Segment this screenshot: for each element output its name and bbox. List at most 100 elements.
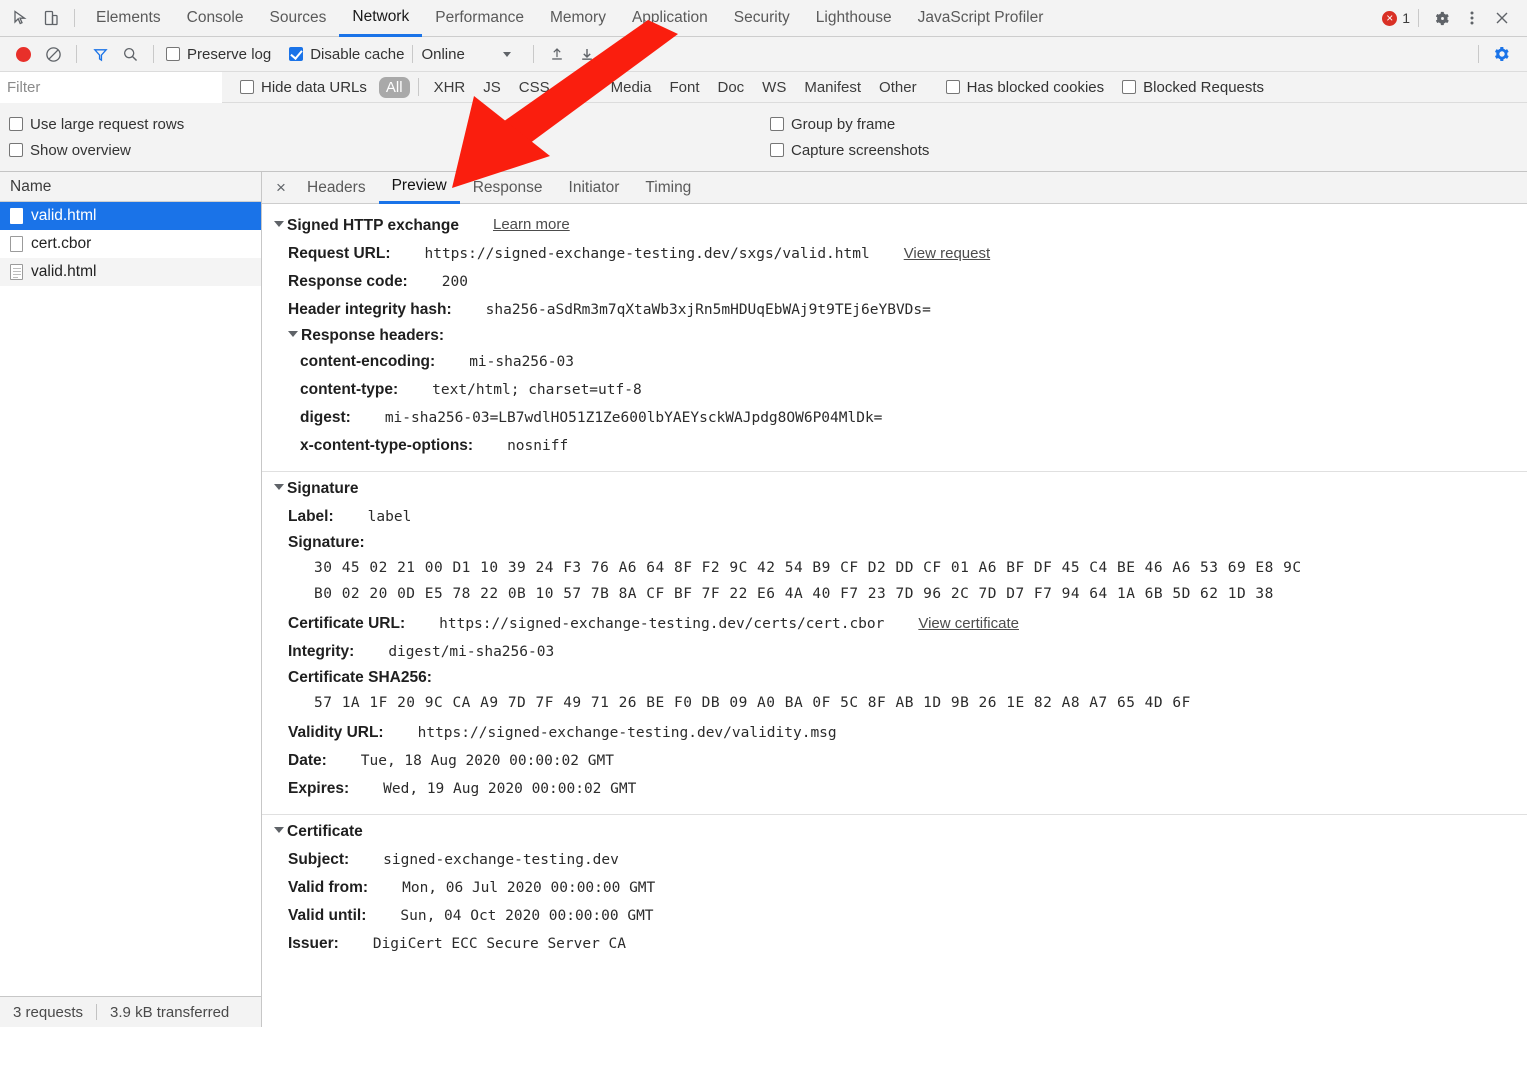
type-filter-img[interactable]: Img: [561, 77, 600, 98]
disclosure-triangle-icon[interactable]: [288, 331, 298, 337]
tab-performance[interactable]: Performance: [422, 0, 537, 37]
checkbox-box: [240, 80, 254, 94]
preserve-log-checkbox[interactable]: Preserve log: [166, 46, 271, 63]
learn-more-link[interactable]: Learn more: [493, 216, 570, 233]
gear-icon[interactable]: [1427, 3, 1457, 33]
type-filter-xhr[interactable]: XHR: [427, 77, 473, 98]
tab-javascript-profiler[interactable]: JavaScript Profiler: [905, 0, 1057, 37]
tab-response[interactable]: Response: [460, 172, 556, 204]
type-filter-js[interactable]: JS: [476, 77, 508, 98]
tab-memory[interactable]: Memory: [537, 0, 619, 37]
type-filter-css[interactable]: CSS: [512, 77, 557, 98]
inspect-element-icon[interactable]: [6, 3, 36, 33]
type-filter-other[interactable]: Other: [872, 77, 924, 98]
header-name: content-type:: [300, 379, 398, 401]
use-large-request-rows-checkbox[interactable]: Use large request rows: [9, 116, 770, 133]
field-value: digest/mi-sha256-03: [388, 641, 554, 663]
throttling-select[interactable]: Online: [421, 46, 510, 63]
tab-security[interactable]: Security: [721, 0, 803, 37]
request-list[interactable]: valid.html cert.cbor valid.html: [0, 202, 261, 996]
field-validity-url: Validity URL: https://signed-exchange-te…: [262, 716, 1527, 747]
device-toolbar-icon[interactable]: [36, 3, 66, 33]
section-header-certificate: Certificate: [262, 815, 1527, 846]
has-blocked-cookies-checkbox[interactable]: Has blocked cookies: [946, 79, 1105, 96]
show-overview-checkbox[interactable]: Show overview: [9, 142, 770, 159]
type-filter-manifest[interactable]: Manifest: [797, 77, 868, 98]
disable-cache-checkbox[interactable]: Disable cache: [289, 46, 404, 63]
field-value: DigiCert ECC Secure Server CA: [373, 933, 626, 955]
field-label: Expires:: [288, 778, 349, 800]
tab-lighthouse[interactable]: Lighthouse: [803, 0, 905, 37]
hide-data-urls-checkbox[interactable]: Hide data URLs: [240, 79, 367, 96]
close-icon[interactable]: [1487, 3, 1517, 33]
tab-sources[interactable]: Sources: [257, 0, 340, 37]
type-filter-ws[interactable]: WS: [755, 77, 793, 98]
section-header-signed-http-exchange: Signed HTTP exchange Learn more: [262, 208, 1527, 240]
request-name: valid.html: [31, 207, 96, 225]
tab-elements[interactable]: Elements: [83, 0, 174, 37]
section-signed-http-exchange: Signed HTTP exchange Learn more Request …: [262, 208, 1527, 472]
tab-timing[interactable]: Timing: [632, 172, 704, 204]
network-settings-actions: [1470, 39, 1527, 69]
disclosure-triangle-icon[interactable]: [274, 221, 284, 227]
certificate-sha256-hex-line-1: 57 1A 1F 20 9C CA A9 7D 7F 49 71 26 BE F…: [262, 690, 1527, 716]
header-name: x-content-type-options:: [300, 435, 473, 457]
filter-bar: Hide data URLs All XHR JS CSS Img Media …: [0, 72, 1527, 103]
type-filter-font[interactable]: Font: [662, 77, 706, 98]
throttling-value: Online: [421, 46, 464, 63]
request-row-valid-html-sxg[interactable]: valid.html: [0, 202, 261, 230]
options-right-2: Capture screenshots: [770, 142, 929, 159]
request-list-panel: Name valid.html cert.cbor valid.html 3 r…: [0, 172, 262, 1027]
tab-headers[interactable]: Headers: [294, 172, 379, 204]
gear-icon[interactable]: [1487, 39, 1517, 69]
kebab-menu-icon[interactable]: [1457, 3, 1487, 33]
filter-input[interactable]: [0, 72, 222, 103]
tab-network[interactable]: Network: [339, 0, 422, 37]
tab-application[interactable]: Application: [619, 0, 721, 37]
disclosure-triangle-icon[interactable]: [274, 827, 284, 833]
header-value: text/html; charset=utf-8: [432, 379, 642, 401]
field-label: Date:: [288, 750, 327, 772]
import-har-icon[interactable]: [542, 39, 572, 69]
tab-console[interactable]: Console: [174, 0, 257, 37]
transferred-size-label: 3.9 kB transferred: [97, 1004, 242, 1021]
request-row-valid-html-inner[interactable]: valid.html: [0, 258, 261, 286]
group-by-frame-checkbox[interactable]: Group by frame: [770, 116, 895, 133]
toolbar-divider: [418, 78, 419, 96]
type-filter-doc[interactable]: Doc: [710, 77, 751, 98]
tab-preview[interactable]: Preview: [379, 172, 460, 204]
funnel-filter-icon[interactable]: [85, 39, 115, 69]
options-left-1: Use large request rows: [0, 116, 770, 133]
request-row-cert-cbor[interactable]: cert.cbor: [0, 230, 261, 258]
capture-screenshots-label: Capture screenshots: [791, 142, 929, 159]
options-left-2: Show overview: [0, 142, 770, 159]
preserve-log-label: Preserve log: [187, 46, 271, 63]
error-count-label: 1: [1402, 10, 1410, 26]
type-filter-media[interactable]: Media: [604, 77, 659, 98]
toolbar-divider: [1478, 45, 1479, 63]
disclosure-triangle-icon[interactable]: [274, 484, 284, 490]
field-value: https://signed-exchange-testing.dev/sxgs…: [424, 243, 869, 265]
header-content-type: content-type: text/html; charset=utf-8: [262, 376, 1527, 404]
field-value: label: [368, 506, 412, 528]
checkbox-box: [770, 117, 784, 131]
signature-hex-line-2: B0 02 20 0D E5 78 22 0B 10 57 7B 8A CF B…: [262, 581, 1527, 607]
blocked-requests-checkbox[interactable]: Blocked Requests: [1122, 79, 1264, 96]
record-stop-icon[interactable]: [8, 39, 38, 69]
close-detail-icon[interactable]: ×: [268, 175, 294, 201]
export-har-icon[interactable]: [572, 39, 602, 69]
tab-initiator[interactable]: Initiator: [556, 172, 633, 204]
field-valid-from: Valid from: Mon, 06 Jul 2020 00:00:00 GM…: [262, 874, 1527, 902]
field-label: Header integrity hash:: [288, 299, 452, 321]
view-certificate-link[interactable]: View certificate: [918, 613, 1019, 635]
type-filter-all[interactable]: All: [379, 77, 410, 98]
error-count-badge[interactable]: × 1: [1382, 10, 1410, 26]
view-request-link[interactable]: View request: [904, 243, 990, 265]
clear-no-entry-icon[interactable]: [38, 39, 68, 69]
capture-screenshots-checkbox[interactable]: Capture screenshots: [770, 142, 929, 159]
checkbox-box: [166, 47, 180, 61]
request-list-header[interactable]: Name: [0, 172, 261, 202]
section-header-signature: Signature: [262, 472, 1527, 503]
chevron-down-icon: [503, 52, 511, 57]
search-icon[interactable]: [115, 39, 145, 69]
